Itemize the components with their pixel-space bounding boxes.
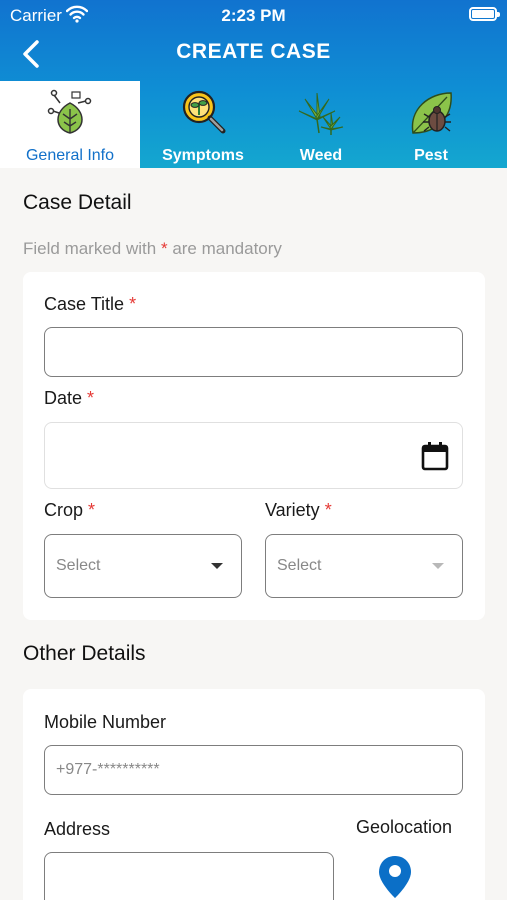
magnifier-plant-icon xyxy=(182,90,226,134)
date-label-text: Date xyxy=(44,388,83,408)
tab-symptoms[interactable]: Symptoms xyxy=(140,81,266,168)
date-label: Date * xyxy=(44,388,94,409)
mandatory-note: Field marked with * are mandatory xyxy=(23,239,282,259)
case-title-input[interactable] xyxy=(44,327,463,377)
address-input[interactable] xyxy=(44,852,334,900)
tab-general-info[interactable]: General Info xyxy=(0,81,140,168)
tab-label: Pest xyxy=(414,147,448,164)
case-detail-card: Case Title * Date * Crop * Select Variet… xyxy=(23,272,485,620)
calendar-icon[interactable] xyxy=(421,441,449,471)
app-header: Carrier 2:23 PM CREATE CASE General Info… xyxy=(0,0,507,168)
other-details-card: Mobile Number +977-********** Address Ge… xyxy=(23,689,485,900)
tab-label: Weed xyxy=(299,147,343,164)
mandatory-note-suffix: are mandatory xyxy=(172,239,282,258)
required-star: * xyxy=(87,388,95,408)
variety-select[interactable]: Select xyxy=(265,534,463,598)
map-pin-icon[interactable] xyxy=(377,854,413,900)
required-star: * xyxy=(160,239,168,258)
crop-label: Crop * xyxy=(44,500,95,521)
case-title-label: Case Title * xyxy=(44,294,136,315)
date-field[interactable] xyxy=(44,422,463,489)
address-label: Address xyxy=(44,819,111,839)
tab-label: Symptoms xyxy=(162,147,244,164)
weed-icon xyxy=(298,92,344,135)
page-title: CREATE CASE xyxy=(176,40,331,63)
tab-label: General Info xyxy=(25,147,115,164)
variety-label-text: Variety xyxy=(265,500,320,520)
variety-label: Variety * xyxy=(265,500,332,521)
case-detail-heading: Case Detail xyxy=(23,191,132,214)
mobile-number-placeholder: +977-********** xyxy=(56,761,160,778)
leaf-network-icon xyxy=(47,89,92,134)
other-details-heading: Other Details xyxy=(23,642,146,665)
required-star: * xyxy=(129,294,137,314)
tab-pest[interactable]: Pest xyxy=(376,81,486,168)
chevron-down-icon xyxy=(211,563,223,569)
mandatory-note-prefix: Field marked with xyxy=(23,239,157,258)
battery-icon xyxy=(469,7,500,21)
crop-select-value: Select xyxy=(56,557,101,574)
tab-weed[interactable]: Weed xyxy=(266,81,376,168)
tab-bar: General Info Symptoms Weed Pest xyxy=(0,81,507,168)
required-star: * xyxy=(324,500,332,520)
crop-select[interactable]: Select xyxy=(44,534,242,598)
case-title-label-text: Case Title xyxy=(44,294,125,314)
mobile-number-label: Mobile Number xyxy=(44,712,167,732)
mobile-number-input[interactable]: +977-********** xyxy=(44,745,463,795)
status-bar: Carrier 2:23 PM xyxy=(0,0,507,30)
variety-select-value: Select xyxy=(277,557,322,574)
beetle-leaf-icon xyxy=(411,92,452,134)
required-star: * xyxy=(88,500,96,520)
chevron-down-icon xyxy=(432,563,444,569)
status-time: 2:23 PM xyxy=(221,6,286,25)
crop-label-text: Crop xyxy=(44,500,84,520)
geolocation-label: Geolocation xyxy=(356,817,453,837)
